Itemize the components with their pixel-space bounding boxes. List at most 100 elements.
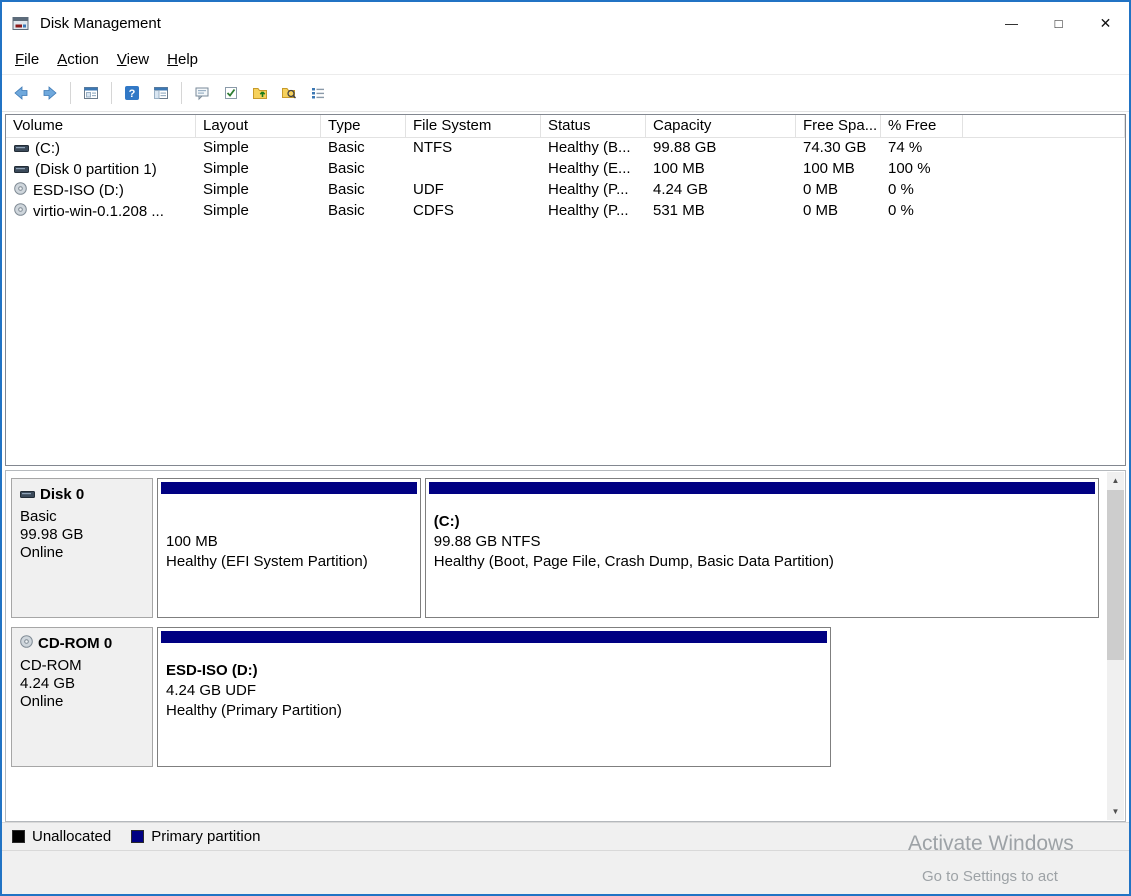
- unallocated-swatch: [12, 830, 25, 843]
- cell-layout: Simple: [196, 159, 321, 180]
- row-disk0-partition1[interactable]: (Disk 0 partition 1) Simple Basic Health…: [6, 159, 1125, 180]
- partition-status-line: Healthy (EFI System Partition): [166, 552, 412, 572]
- cell-type: Basic: [321, 180, 406, 201]
- menu-help[interactable]: Help: [158, 47, 207, 72]
- column-header-volume[interactable]: Volume: [6, 115, 196, 138]
- close-button[interactable]: ✕: [1082, 2, 1129, 44]
- partition-status-line: Healthy (Boot, Page File, Crash Dump, Ba…: [434, 552, 1090, 572]
- svg-text:?: ?: [129, 88, 136, 100]
- partition-title: (C:): [434, 512, 1090, 532]
- console-tree-icon[interactable]: [148, 80, 174, 106]
- disk-status: Online: [20, 693, 144, 711]
- menu-view[interactable]: View: [108, 47, 158, 72]
- legend-label: Primary partition: [151, 828, 260, 845]
- scrollbar-thumb[interactable]: [1107, 490, 1124, 660]
- forward-arrow-icon[interactable]: [37, 80, 63, 106]
- disk-icon: [20, 486, 35, 504]
- column-header-file-system[interactable]: File System: [406, 115, 541, 138]
- cell-status: Healthy (P...: [541, 180, 646, 201]
- cell-free-space: 0 MB: [796, 180, 881, 201]
- activate-windows-subtext: Go to Settings to act: [922, 868, 1058, 885]
- toolbar: ?: [2, 74, 1129, 112]
- cell-type: Basic: [321, 201, 406, 222]
- table-header-row: Volume Layout Type File System Status Ca…: [6, 115, 1125, 138]
- popup-menu-icon[interactable]: [189, 80, 215, 106]
- console-window-icon[interactable]: [78, 80, 104, 106]
- up-arrow-folder-icon[interactable]: [247, 80, 273, 106]
- partition-title: [166, 512, 412, 532]
- volume-name: virtio-win-0.1.208 ...: [33, 202, 164, 222]
- cdrom-volume-icon: [14, 181, 27, 201]
- disk-name: CD-ROM 0: [38, 635, 112, 653]
- cdrom-0-block: CD-ROM 0 CD-ROM 4.24 GB Online ESD-ISO (…: [11, 627, 1099, 767]
- column-header-layout[interactable]: Layout: [196, 115, 321, 138]
- partition-size-line: 4.24 GB UDF: [166, 681, 822, 701]
- check-mark-icon[interactable]: [218, 80, 244, 106]
- scroll-up-button[interactable]: ▲: [1107, 472, 1124, 489]
- back-arrow-icon[interactable]: [8, 80, 34, 106]
- column-header-filler: [963, 115, 1125, 138]
- minimize-button[interactable]: —: [988, 2, 1035, 44]
- disk-kind: CD-ROM: [20, 657, 144, 675]
- menu-bar: File Action View Help: [2, 44, 1129, 74]
- column-header-type[interactable]: Type: [321, 115, 406, 138]
- cell-status: Healthy (P...: [541, 201, 646, 222]
- row-virtio-win[interactable]: virtio-win-0.1.208 ... Simple Basic CDFS…: [6, 201, 1125, 222]
- cdrom-icon: [20, 635, 33, 653]
- legend-label: Unallocated: [32, 828, 111, 845]
- column-header-capacity[interactable]: Capacity: [646, 115, 796, 138]
- cell-layout: Simple: [196, 201, 321, 222]
- column-header-free-space[interactable]: Free Spa...: [796, 115, 881, 138]
- details-list-icon[interactable]: [305, 80, 331, 106]
- cell-percent-free: 0 %: [881, 180, 963, 201]
- disk-0-info[interactable]: Disk 0 Basic 99.98 GB Online: [11, 478, 153, 618]
- partition-efi-system[interactable]: 100 MB Healthy (EFI System Partition): [157, 478, 421, 618]
- cell-type: Basic: [321, 159, 406, 180]
- window-title: Disk Management: [40, 15, 161, 32]
- legend-primary-partition: Primary partition: [131, 828, 260, 845]
- disk-volume-icon: [14, 139, 29, 159]
- vertical-scrollbar[interactable]: ▲ ▼: [1107, 472, 1124, 820]
- cell-capacity: 100 MB: [646, 159, 796, 180]
- partition-c-drive[interactable]: (C:) 99.88 GB NTFS Healthy (Boot, Page F…: [425, 478, 1099, 618]
- cell-file-system: CDFS: [406, 201, 541, 222]
- partition-esd-iso[interactable]: ESD-ISO (D:) 4.24 GB UDF Healthy (Primar…: [157, 627, 831, 767]
- column-header-percent-free[interactable]: % Free: [881, 115, 963, 138]
- menu-file[interactable]: File: [6, 47, 48, 72]
- cell-file-system: UDF: [406, 180, 541, 201]
- partition-title: ESD-ISO (D:): [166, 661, 822, 681]
- maximize-button[interactable]: □: [1035, 2, 1082, 44]
- cell-file-system: NTFS: [406, 138, 541, 159]
- cell-file-system: [406, 159, 541, 180]
- column-header-status[interactable]: Status: [541, 115, 646, 138]
- cell-layout: Simple: [196, 180, 321, 201]
- cell-capacity: 4.24 GB: [646, 180, 796, 201]
- primary-partition-bar: [429, 482, 1095, 494]
- search-folder-icon[interactable]: [276, 80, 302, 106]
- disk-management-window: Disk Management — □ ✕ File Action View H…: [0, 0, 1131, 896]
- cell-percent-free: 100 %: [881, 159, 963, 180]
- help-icon[interactable]: ?: [119, 80, 145, 106]
- scroll-down-button[interactable]: ▼: [1107, 803, 1124, 820]
- row-esd-iso[interactable]: ESD-ISO (D:) Simple Basic UDF Healthy (P…: [6, 180, 1125, 201]
- activate-windows-watermark: Activate Windows: [908, 832, 1074, 856]
- disk-kind: Basic: [20, 508, 144, 526]
- cell-percent-free: 0 %: [881, 201, 963, 222]
- menu-action[interactable]: Action: [48, 47, 108, 72]
- toolbar-separator: [111, 82, 112, 104]
- disk-0-partitions: 100 MB Healthy (EFI System Partition) (C…: [157, 478, 1099, 618]
- cdrom-0-info[interactable]: CD-ROM 0 CD-ROM 4.24 GB Online: [11, 627, 153, 767]
- window-controls: — □ ✕: [988, 2, 1129, 44]
- row-c-drive[interactable]: (C:) Simple Basic NTFS Healthy (B... 99.…: [6, 138, 1125, 159]
- cell-capacity: 531 MB: [646, 201, 796, 222]
- disk-volume-icon: [14, 160, 29, 180]
- disk-status: Online: [20, 544, 144, 562]
- cdrom-0-partitions: ESD-ISO (D:) 4.24 GB UDF Healthy (Primar…: [157, 627, 1099, 767]
- disk-0-block: Disk 0 Basic 99.98 GB Online 100 MB Heal…: [11, 478, 1099, 618]
- cell-free-space: 100 MB: [796, 159, 881, 180]
- toolbar-separator: [70, 82, 71, 104]
- cell-status: Healthy (E...: [541, 159, 646, 180]
- disk-name: Disk 0: [40, 486, 84, 504]
- cell-type: Basic: [321, 138, 406, 159]
- titlebar[interactable]: Disk Management — □ ✕: [2, 2, 1129, 44]
